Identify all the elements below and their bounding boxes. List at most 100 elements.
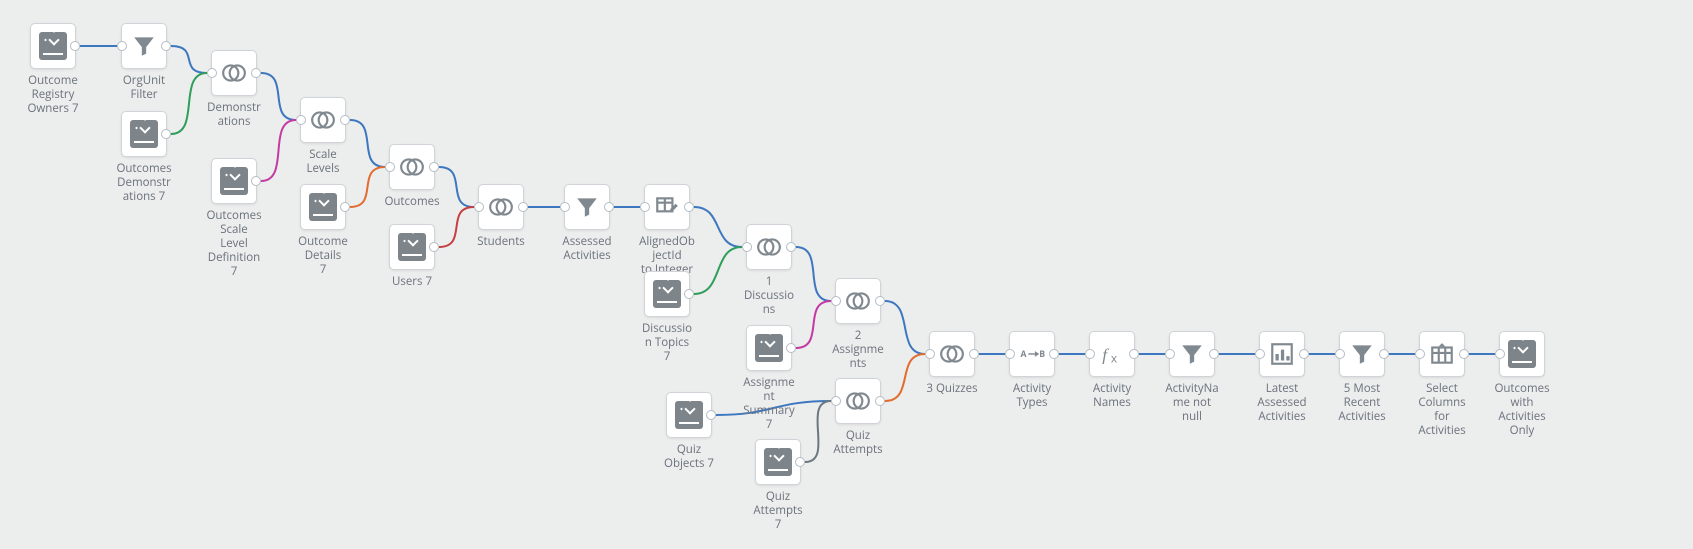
output-port[interactable]: [795, 457, 805, 467]
input-port[interactable]: [925, 349, 935, 359]
node-quiz3[interactable]: 3 Quizzes: [924, 331, 980, 396]
output-port[interactable]: [1209, 349, 1219, 359]
output-port[interactable]: [161, 41, 171, 51]
node-box[interactable]: [666, 392, 712, 438]
node-box[interactable]: [121, 111, 167, 157]
node-box[interactable]: [644, 271, 690, 317]
node-quizAttJoin[interactable]: Quiz Attempts: [830, 378, 886, 457]
node-box[interactable]: [1499, 331, 1545, 377]
output-port[interactable]: [1459, 349, 1469, 359]
output-port[interactable]: [786, 242, 796, 252]
node-assign2[interactable]: 2 Assignments: [830, 278, 886, 371]
node-box[interactable]: [746, 325, 792, 371]
output-port[interactable]: [429, 162, 439, 172]
node-box[interactable]: [644, 184, 690, 230]
output-port[interactable]: [1299, 349, 1309, 359]
node-quizAttDS[interactable]: Quiz Attempts 7: [750, 439, 806, 532]
node-box[interactable]: [121, 23, 167, 69]
node-box[interactable]: [211, 50, 257, 96]
input-port[interactable]: [385, 162, 395, 172]
node-actNames[interactable]: f x Activity Names: [1084, 331, 1140, 410]
node-users[interactable]: Users 7: [384, 224, 440, 289]
node-box[interactable]: A B: [1009, 331, 1055, 377]
node-notNull[interactable]: ActivityName not null: [1164, 331, 1220, 424]
node-assignSum[interactable]: Assignment Summary 7: [741, 325, 797, 432]
output-port[interactable]: [786, 343, 796, 353]
input-port[interactable]: [831, 396, 841, 406]
node-quizObj[interactable]: Quiz Objects 7: [661, 392, 717, 471]
node-outcomeDet[interactable]: Outcome Details 7: [295, 184, 351, 277]
input-port[interactable]: [117, 41, 127, 51]
node-box[interactable]: f x: [1089, 331, 1135, 377]
node-demoJoin[interactable]: Demonstrations: [206, 50, 262, 129]
output-port[interactable]: [706, 410, 716, 420]
node-box[interactable]: [1259, 331, 1305, 377]
node-latest[interactable]: Latest Assessed Activities: [1254, 331, 1310, 424]
node-box[interactable]: [835, 378, 881, 424]
node-box[interactable]: [389, 144, 435, 190]
node-box[interactable]: [478, 184, 524, 230]
output-port[interactable]: [604, 202, 614, 212]
output-port[interactable]: [1049, 349, 1059, 359]
node-box[interactable]: [1419, 331, 1465, 377]
node-aligned[interactable]: AlignedObjectId to Integer: [639, 184, 695, 277]
input-port[interactable]: [1005, 349, 1015, 359]
node-box[interactable]: [1169, 331, 1215, 377]
input-port[interactable]: [474, 202, 484, 212]
input-port[interactable]: [207, 68, 217, 78]
output-port[interactable]: [969, 349, 979, 359]
input-port[interactable]: [296, 115, 306, 125]
node-box[interactable]: [929, 331, 975, 377]
node-outcomesDemo[interactable]: Outcomes Demonstrations 7: [116, 111, 172, 204]
node-box[interactable]: [755, 439, 801, 485]
node-box[interactable]: [300, 184, 346, 230]
node-box[interactable]: [1339, 331, 1385, 377]
output-port[interactable]: [429, 242, 439, 252]
node-box[interactable]: [389, 224, 435, 270]
node-box[interactable]: [746, 224, 792, 270]
input-port[interactable]: [640, 202, 650, 212]
node-box[interactable]: [564, 184, 610, 230]
node-outcomesJoin[interactable]: Outcomes: [384, 144, 440, 209]
node-disc1[interactable]: 1 Discussions: [741, 224, 797, 317]
input-port[interactable]: [560, 202, 570, 212]
dataflow-canvas[interactable]: Outcome Registry Owners 7OrgUnit Filter …: [0, 0, 1693, 549]
input-port[interactable]: [1255, 349, 1265, 359]
node-assessed[interactable]: Assessed Activities: [559, 184, 615, 263]
input-port[interactable]: [831, 296, 841, 306]
node-box[interactable]: [835, 278, 881, 324]
node-scaleDef[interactable]: Outcomes Scale Level Definition 7: [206, 158, 262, 279]
input-port[interactable]: [1335, 349, 1345, 359]
input-port[interactable]: [1165, 349, 1175, 359]
output-port[interactable]: [251, 68, 261, 78]
node-discTopics[interactable]: Discussion Topics 7: [639, 271, 695, 364]
output-port[interactable]: [251, 176, 261, 186]
output-port[interactable]: [70, 41, 80, 51]
node-box[interactable]: [30, 23, 76, 69]
node-scaleJoin[interactable]: Scale Levels: [295, 97, 351, 176]
link-assign2-to-quiz3: [885, 301, 925, 354]
node-regOwners[interactable]: Outcome Registry Owners 7: [25, 23, 81, 116]
input-port[interactable]: [1085, 349, 1095, 359]
node-box[interactable]: [300, 97, 346, 143]
output-port[interactable]: [1129, 349, 1139, 359]
output-port[interactable]: [340, 115, 350, 125]
input-port[interactable]: [1495, 349, 1505, 359]
output-port[interactable]: [684, 202, 694, 212]
output-port[interactable]: [875, 396, 885, 406]
output-port[interactable]: [684, 289, 694, 299]
node-students[interactable]: Students: [473, 184, 529, 249]
node-recent5[interactable]: 5 Most Recent Activities: [1334, 331, 1390, 424]
node-actTypes[interactable]: A B Activity Types: [1004, 331, 1060, 410]
output-port[interactable]: [340, 202, 350, 212]
node-orgFilter[interactable]: OrgUnit Filter: [116, 23, 172, 102]
node-outAct[interactable]: Outcomes with Activities Only: [1494, 331, 1550, 438]
output-port[interactable]: [875, 296, 885, 306]
output-port[interactable]: [161, 129, 171, 139]
node-selectCols[interactable]: Select Columns for Activities: [1414, 331, 1470, 438]
node-box[interactable]: [211, 158, 257, 204]
input-port[interactable]: [742, 242, 752, 252]
output-port[interactable]: [518, 202, 528, 212]
output-port[interactable]: [1379, 349, 1389, 359]
input-port[interactable]: [1415, 349, 1425, 359]
